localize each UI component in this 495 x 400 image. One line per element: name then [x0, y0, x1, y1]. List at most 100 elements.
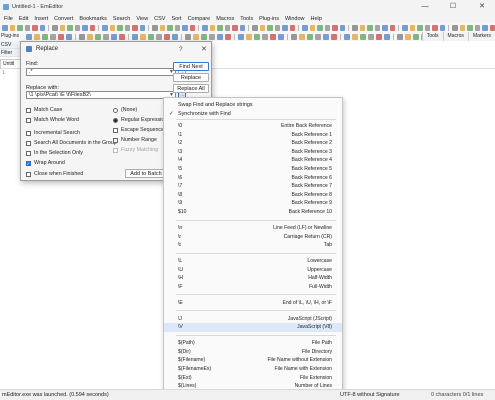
secondary-toolbar-button-icon[interactable] [209, 33, 215, 40]
menu-edit[interactable]: Edit [16, 16, 31, 22]
secondary-toolbar-button-icon[interactable] [344, 33, 350, 40]
add-to-batch-button[interactable]: Add to Batch [125, 169, 167, 178]
secondary-toolbar-button-icon[interactable] [185, 33, 191, 40]
main-toolbar-button-icon[interactable] [17, 24, 23, 31]
context-menu-item[interactable]: \7 Back Reference 7 [164, 182, 342, 191]
context-menu-item[interactable]: \L Lowercase [164, 257, 342, 266]
main-toolbar-button-icon[interactable] [432, 24, 438, 31]
secondary-toolbar-button-icon[interactable] [278, 33, 284, 40]
menu-search[interactable]: Search [110, 16, 133, 22]
secondary-toolbar-button-icon[interactable] [103, 33, 109, 40]
main-toolbar-button-icon[interactable] [59, 24, 66, 31]
main-toolbar-button-icon[interactable] [409, 24, 416, 31]
context-menu-item[interactable]: \r Carriage Return (CR) [164, 233, 342, 242]
replace-button[interactable]: Replace [173, 73, 209, 82]
main-toolbar-button-icon[interactable] [417, 24, 423, 31]
main-toolbar-button-icon[interactable] [424, 24, 431, 31]
secondary-toolbar-button-icon[interactable] [111, 33, 117, 40]
main-toolbar-button-icon[interactable] [439, 24, 446, 31]
context-menu-item[interactable]: \3 Back Reference 3 [164, 148, 342, 157]
replace-all-button[interactable]: Replace All [173, 84, 209, 93]
wrap-around-option[interactable]: ✓ Wrap Around [26, 160, 65, 166]
context-menu-item[interactable]: \1 Back Reference 1 [164, 131, 342, 140]
main-toolbar-button-icon[interactable] [352, 24, 358, 31]
main-toolbar-button-icon[interactable] [109, 24, 116, 31]
main-toolbar-button-icon[interactable] [139, 24, 146, 31]
close-when-finished-option[interactable]: Close when Finished [26, 171, 83, 177]
menu-tools[interactable]: Tools [237, 16, 256, 22]
context-menu-item[interactable]: \E End of \L, \U, \H, or \F [164, 299, 342, 308]
main-toolbar-button-icon[interactable] [382, 24, 388, 31]
main-toolbar-button-icon[interactable] [402, 24, 408, 31]
main-toolbar-button-icon[interactable] [117, 24, 123, 31]
context-menu-item[interactable]: \U Uppercase [164, 266, 342, 275]
main-toolbar-button-icon[interactable] [82, 24, 88, 31]
secondary-toolbar-button-icon[interactable] [58, 33, 64, 40]
main-toolbar-button-icon[interactable] [267, 24, 273, 31]
main-toolbar-button-icon[interactable] [452, 24, 458, 31]
regular-expressions-radio[interactable] [113, 117, 118, 123]
context-menu-item[interactable]: \8 Back Reference 8 [164, 191, 342, 200]
incremental-search-checkbox[interactable] [26, 130, 31, 136]
in-selection-only-option[interactable]: In the Selection Only [26, 150, 83, 156]
menu-sort[interactable]: Sort [168, 16, 184, 22]
main-toolbar-button-icon[interactable] [89, 24, 96, 31]
synchronize-with-find-item[interactable]: Synchronize with Find [178, 111, 231, 117]
menu-plugins[interactable]: Plug-ins [256, 16, 282, 22]
menu-bookmarks[interactable]: Bookmarks [76, 16, 110, 22]
secondary-toolbar-button-icon[interactable] [66, 33, 72, 40]
context-menu-item[interactable]: \0 Entire Back Reference [164, 122, 342, 131]
context-menu-item[interactable]: \6 Back Reference 6 [164, 174, 342, 183]
main-toolbar-button-icon[interactable] [274, 24, 281, 31]
match-case-checkbox[interactable] [26, 107, 31, 113]
find-next-button[interactable]: Find Next [173, 62, 209, 71]
secondary-toolbar-button-icon[interactable] [140, 33, 146, 40]
secondary-toolbar-button-icon[interactable] [299, 33, 305, 40]
main-toolbar-button-icon[interactable] [209, 24, 216, 31]
secondary-toolbar-button-icon[interactable] [376, 33, 382, 40]
main-toolbar-button-icon[interactable] [239, 24, 246, 31]
match-case-option[interactable]: Match Case [26, 107, 62, 113]
context-menu-item[interactable]: \5 Back Reference 5 [164, 165, 342, 174]
menu-file[interactable]: File [1, 16, 16, 22]
secondary-toolbar-button-icon[interactable] [307, 33, 313, 40]
main-toolbar-button-icon[interactable] [259, 24, 266, 31]
secondary-toolbar-button-icon[interactable] [246, 33, 252, 40]
encoding-indicator[interactable]: UTF-8 without Signature [340, 390, 400, 400]
secondary-toolbar-button-icon[interactable] [413, 33, 419, 40]
main-toolbar-button-icon[interactable] [39, 24, 46, 31]
context-menu-item[interactable]: \t Tab [164, 241, 342, 250]
main-toolbar-button-icon[interactable] [302, 24, 308, 31]
secondary-toolbar-button-icon[interactable] [405, 33, 411, 40]
main-toolbar-button-icon[interactable] [309, 24, 316, 31]
maximize-button[interactable]: ☐ [443, 0, 463, 14]
main-toolbar-button-icon[interactable] [282, 24, 288, 31]
context-menu-item[interactable]: $10 Back Reference 10 [164, 208, 342, 217]
number-range-checkbox[interactable] [113, 137, 118, 143]
main-toolbar-button-icon[interactable] [252, 24, 258, 31]
none-radio[interactable] [113, 107, 118, 113]
main-toolbar-button-icon[interactable] [359, 24, 366, 31]
menu-help[interactable]: Help [308, 16, 325, 22]
context-menu-item[interactable]: $(Dir) File Directory [164, 348, 342, 357]
menu-convert[interactable]: Convert [51, 16, 76, 22]
secondary-toolbar-button-icon[interactable] [352, 33, 358, 40]
secondary-toolbar-button-icon[interactable] [368, 33, 374, 40]
secondary-toolbar-button-icon[interactable] [34, 33, 40, 40]
secondary-toolbar-button-icon[interactable] [384, 33, 390, 40]
secondary-toolbar-button-icon[interactable] [50, 33, 56, 40]
menu-view[interactable]: View [133, 16, 151, 22]
main-toolbar-button-icon[interactable] [324, 24, 331, 31]
match-whole-word-option[interactable]: Match Whole Word [26, 117, 79, 123]
swap-find-replace-item[interactable]: Swap Find and Replace strings [178, 102, 253, 108]
secondary-toolbar-button-icon[interactable] [148, 33, 154, 40]
main-toolbar-button-icon[interactable] [32, 24, 38, 31]
main-toolbar-button-icon[interactable] [367, 24, 373, 31]
secondary-toolbar-button-icon[interactable] [42, 33, 48, 40]
secondary-toolbar-button-icon[interactable] [201, 33, 207, 40]
secondary-toolbar-button-icon[interactable] [262, 33, 268, 40]
secondary-toolbar-button-icon[interactable] [238, 33, 244, 40]
secondary-toolbar-button-icon[interactable] [87, 33, 93, 40]
main-toolbar-button-icon[interactable] [9, 24, 16, 31]
context-menu-item[interactable]: \9 Back Reference 9 [164, 199, 342, 208]
